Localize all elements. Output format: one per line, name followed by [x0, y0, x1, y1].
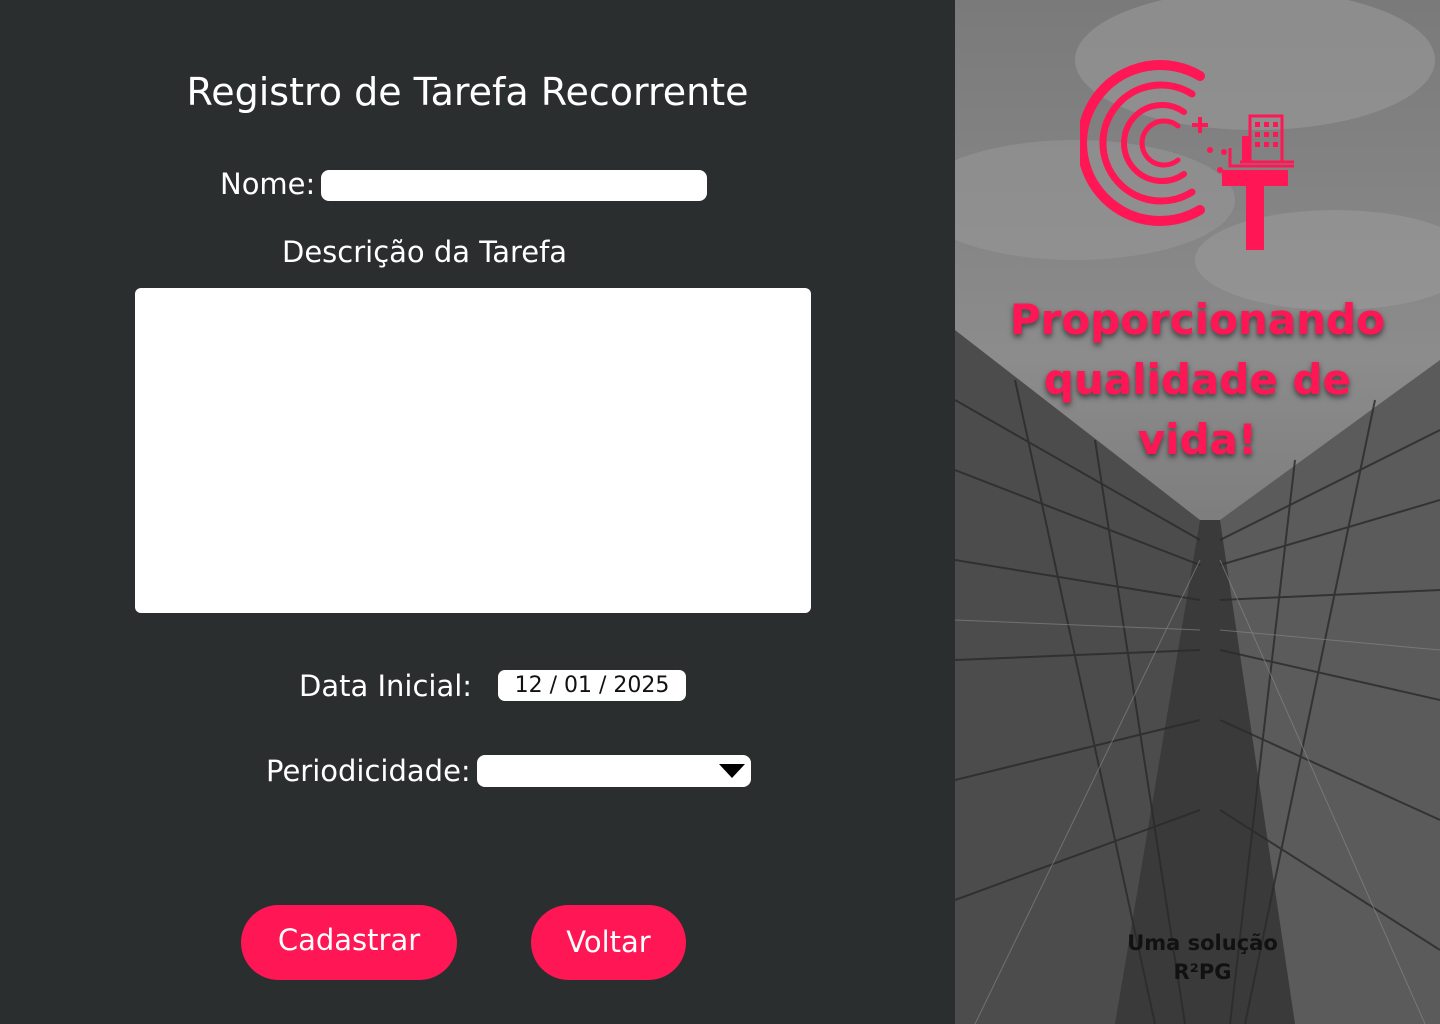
data-inicial-label: Data Inicial:	[299, 669, 473, 703]
credit-line-2: R²PG	[1173, 960, 1232, 984]
periodicidade-select[interactable]	[477, 755, 751, 787]
brand-panel: Proporcionando qualidade de vida! Uma so…	[955, 0, 1440, 1024]
nome-input[interactable]	[321, 170, 707, 201]
slogan-line-1: Proporcionando	[1009, 295, 1386, 344]
descricao-label: Descrição da Tarefa	[282, 235, 568, 269]
voltar-button[interactable]: Voltar	[531, 905, 686, 980]
slogan-line-3: vida!	[1137, 415, 1258, 464]
nome-label: Nome:	[220, 167, 316, 201]
periodicidade-label: Periodicidade:	[266, 754, 471, 788]
form-panel: Registro de Tarefa Recorrente Nome: Desc…	[0, 0, 955, 1024]
credit-line-1: Uma solução	[1127, 931, 1278, 955]
data-inicial-input[interactable]: 12 / 01 / 2025	[498, 670, 686, 701]
cadastrar-button[interactable]: Cadastrar	[241, 905, 457, 980]
ct-building-logo-icon	[1080, 60, 1294, 250]
page-title: Registro de Tarefa Recorrente	[186, 70, 749, 114]
chevron-down-icon	[719, 764, 745, 778]
slogan-line-2: qualidade de	[1043, 355, 1352, 404]
descricao-textarea[interactable]	[135, 288, 811, 613]
